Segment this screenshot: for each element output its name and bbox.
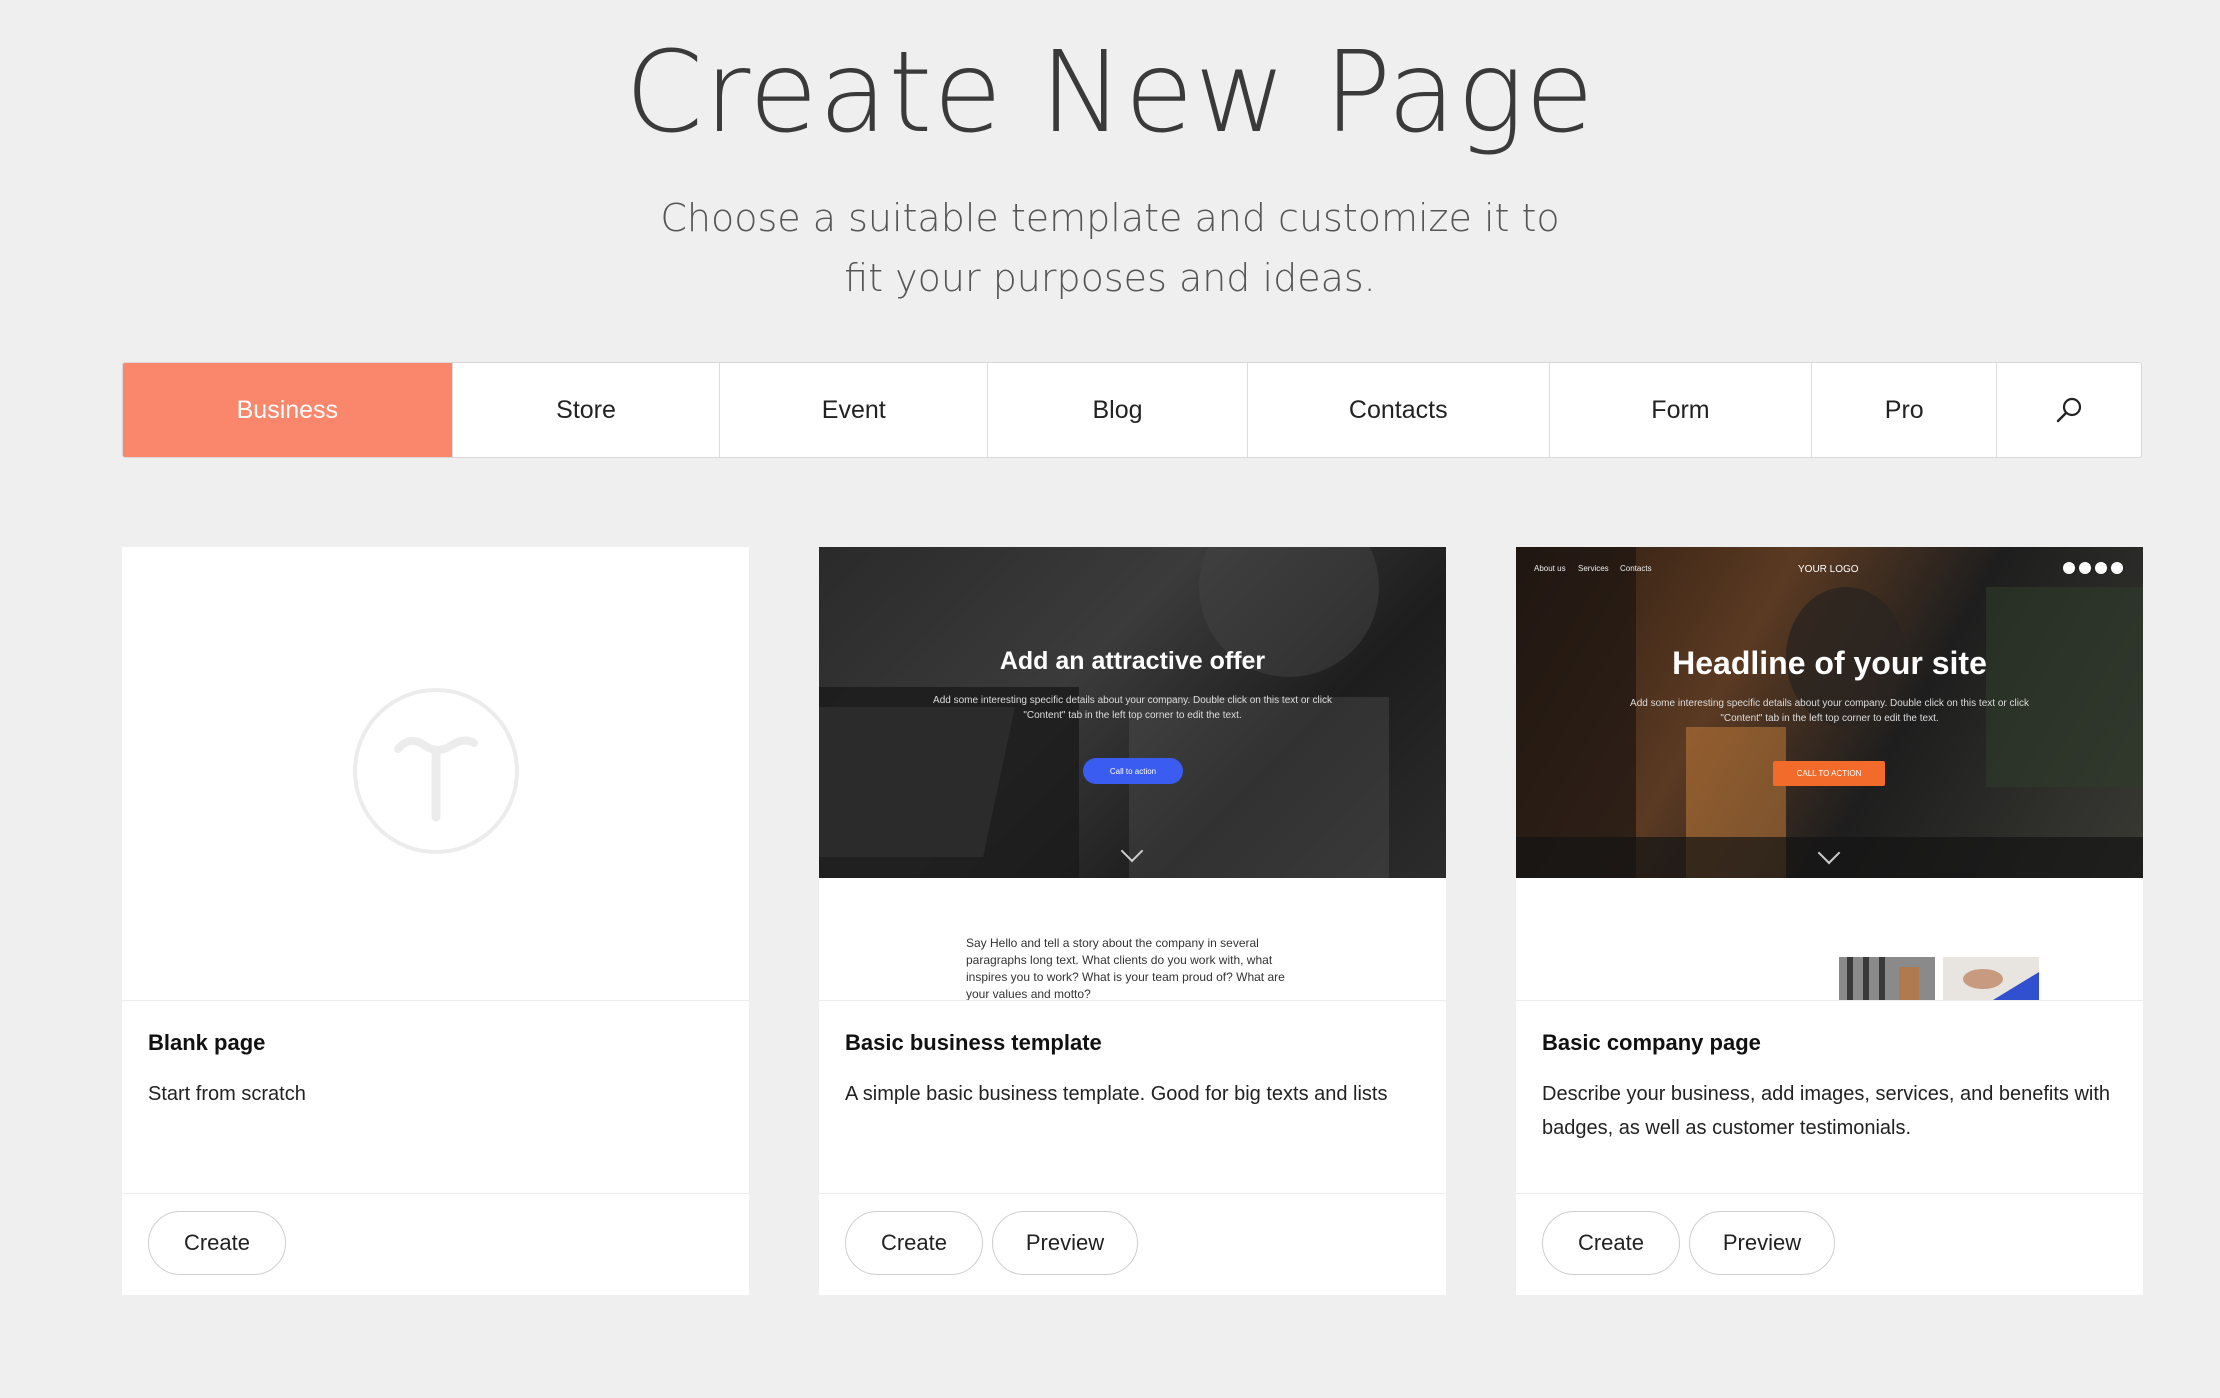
template-card-blank: Blank page Start from scratch Create: [122, 547, 749, 1295]
tilda-logo-icon: [353, 688, 519, 854]
preview-body-text: Add some interesting specific details ab…: [1630, 698, 2029, 724]
social-icons: [2063, 562, 2123, 574]
preview-hero: About us Services Contacts YOUR LOGO Hea…: [1516, 547, 2143, 878]
page-subtitle: Choose a suitable template and customize…: [660, 196, 1560, 300]
preview-hero: Add an attractive offer Add some interes…: [819, 547, 1446, 878]
card-description: A simple basic business template. Good f…: [845, 1083, 1388, 1105]
card-title: Basic company page: [1542, 1030, 1761, 1055]
preview-button[interactable]: Preview: [1689, 1211, 1835, 1275]
card-preview: [122, 547, 749, 1001]
card-title: Blank page: [148, 1030, 266, 1055]
create-button[interactable]: Create: [845, 1211, 983, 1275]
template-card-business: Add an attractive offer Add some interes…: [819, 547, 1446, 1295]
card-description: Start from scratch: [148, 1083, 306, 1105]
template-card-company: About us Services Contacts YOUR LOGO Hea…: [1516, 547, 2143, 1295]
card-footer: Create Preview: [1516, 1193, 2143, 1295]
search-icon: [2056, 397, 2082, 423]
card-footer: Create: [122, 1193, 749, 1295]
tab-business[interactable]: Business: [123, 363, 453, 457]
tab-form[interactable]: Form: [1550, 363, 1813, 457]
preview-headline: Add an attractive offer: [999, 647, 1266, 675]
card-preview[interactable]: About us Services Contacts YOUR LOGO Hea…: [1516, 547, 2143, 1001]
tab-pro[interactable]: Pro: [1812, 363, 1998, 457]
tab-contacts[interactable]: Contacts: [1248, 363, 1550, 457]
preview-nav-link: Services: [1578, 564, 1609, 573]
create-button[interactable]: Create: [148, 1211, 286, 1275]
card-description: Describe your business, add images, serv…: [1542, 1083, 2111, 1139]
preview-cta: Call to action: [1083, 758, 1183, 784]
tab-store[interactable]: Store: [453, 363, 721, 457]
preview-nav-link: Contacts: [1620, 564, 1652, 573]
preview-button[interactable]: Preview: [992, 1211, 1138, 1275]
page-title: Create New Page: [625, 28, 1595, 158]
preview-thumbnail-image: [1943, 957, 2039, 1000]
card-preview[interactable]: Add an attractive offer Add some interes…: [819, 547, 1446, 1001]
preview-nav-link: About us: [1534, 564, 1566, 573]
search-button[interactable]: [1997, 363, 2141, 457]
card-footer: Create Preview: [819, 1193, 1446, 1295]
preview-headline: Headline of your site: [1672, 645, 1987, 681]
card-title: Basic business template: [845, 1030, 1102, 1055]
preview-logo-text: YOUR LOGO: [1798, 564, 1859, 575]
tab-event[interactable]: Event: [720, 363, 989, 457]
tab-blog[interactable]: Blog: [988, 363, 1248, 457]
preview-thumbnail-image: [1839, 957, 1935, 1000]
preview-body-text: Add some interesting specific details ab…: [933, 695, 1332, 721]
preview-story-text: Say Hello and tell a story about the com…: [966, 936, 1285, 1001]
category-tabs: Business Store Event Blog Contacts Form …: [122, 362, 2142, 458]
preview-cta: CALL TO ACTION: [1773, 761, 1885, 786]
create-button[interactable]: Create: [1542, 1211, 1680, 1275]
